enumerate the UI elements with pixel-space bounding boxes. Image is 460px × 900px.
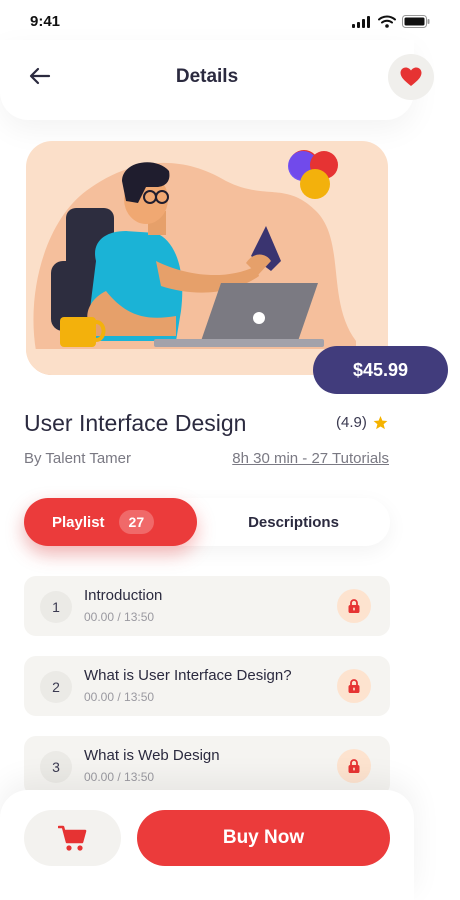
- star-icon: [373, 415, 388, 430]
- lesson-item[interactable]: 1 Introduction 00.00 / 13:50: [24, 576, 390, 636]
- lesson-number: 1: [40, 591, 72, 623]
- favorite-button[interactable]: [388, 54, 434, 100]
- signal-icon: [352, 15, 370, 28]
- cart-icon: [57, 825, 86, 851]
- lock-button[interactable]: [337, 669, 371, 703]
- lock-button[interactable]: [337, 589, 371, 623]
- lesson-title: Introduction: [84, 587, 163, 604]
- lesson-number: 3: [40, 751, 72, 783]
- lock-icon: [348, 599, 360, 613]
- lesson-title: What is User Interface Design?: [84, 667, 292, 684]
- lesson-time: 00.00 / 13:50: [84, 610, 155, 624]
- buy-now-button[interactable]: Buy Now: [137, 810, 390, 866]
- tab-playlist-label: Playlist: [52, 513, 105, 531]
- status-time: 9:41: [30, 13, 61, 30]
- bottom-action-bar: Buy Now: [0, 790, 414, 900]
- lesson-number: 2: [40, 671, 72, 703]
- tab-descriptions[interactable]: Descriptions: [197, 498, 390, 546]
- course-duration[interactable]: 8h 30 min - 27 Tutorials: [232, 450, 389, 467]
- heart-icon: [400, 67, 422, 86]
- lock-icon: [348, 679, 360, 693]
- lesson-item[interactable]: 3 What is Web Design 00.00 / 13:50: [24, 736, 390, 796]
- price-badge: $45.99: [313, 346, 448, 394]
- lesson-time: 00.00 / 13:50: [84, 690, 155, 704]
- battery-icon: [402, 15, 430, 28]
- content-tabs: Playlist 27 Descriptions: [24, 498, 390, 546]
- status-bar: 9:41: [0, 0, 460, 44]
- course-illustration-art: [26, 150, 388, 375]
- lock-icon: [348, 759, 360, 773]
- wifi-icon: [378, 15, 396, 28]
- course-illustration: [26, 141, 388, 375]
- lesson-item[interactable]: 2 What is User Interface Design? 00.00 /…: [24, 656, 390, 716]
- playlist-count-badge: 27: [118, 510, 155, 534]
- header: Details: [0, 40, 434, 120]
- add-to-cart-button[interactable]: [24, 810, 121, 866]
- course-author: By Talent Tamer: [24, 450, 131, 467]
- page-title: Details: [175, 66, 239, 87]
- lock-button[interactable]: [337, 749, 371, 783]
- course-rating: (4.9): [336, 414, 388, 431]
- status-icons: [352, 15, 430, 28]
- lesson-time: 00.00 / 13:50: [84, 770, 155, 784]
- lesson-title: What is Web Design: [84, 747, 220, 764]
- rating-value: (4.9): [336, 414, 367, 431]
- tab-playlist[interactable]: Playlist 27: [24, 498, 197, 546]
- course-title: User Interface Design: [24, 410, 247, 436]
